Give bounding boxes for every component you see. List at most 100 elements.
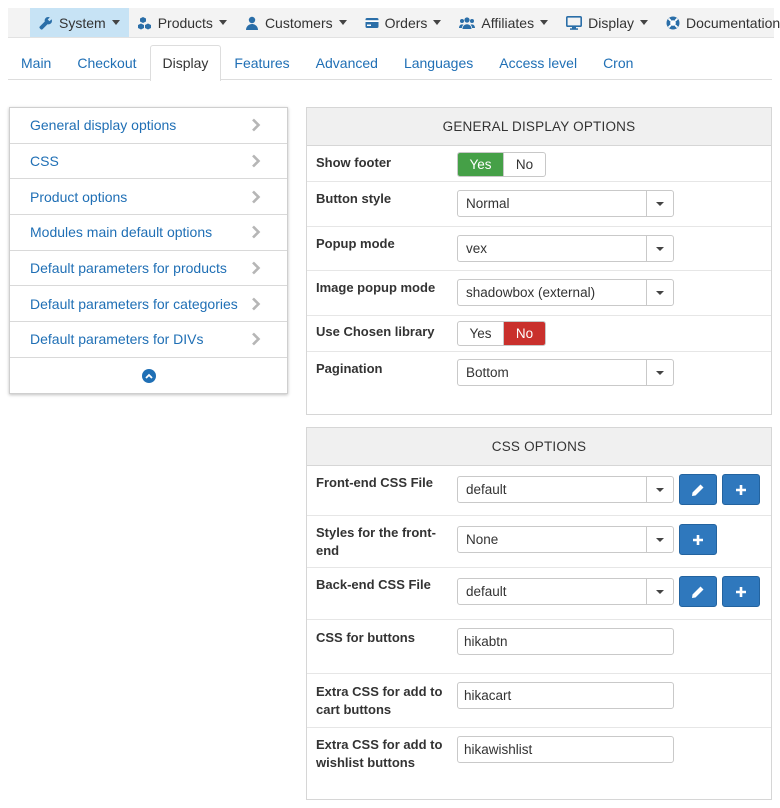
nav-item-modules-defaults[interactable]: Modules main default options: [10, 215, 287, 251]
menu-documentation[interactable]: Documentation: [657, 8, 780, 37]
nav-item-product-options[interactable]: Product options: [10, 179, 287, 216]
extra-wishlist-css-input[interactable]: [457, 736, 674, 763]
add-frontend-style-button[interactable]: [679, 524, 717, 555]
row-backend-css-file: Back-end CSS File default: [307, 568, 771, 620]
chevron-right-icon: [252, 154, 261, 168]
extra-cart-css-input[interactable]: [457, 682, 674, 709]
nav-item-css[interactable]: CSS: [10, 144, 287, 180]
tab-main[interactable]: Main: [8, 45, 64, 80]
menu-system-label: System: [59, 14, 106, 31]
desktop-icon: [566, 15, 583, 30]
chevron-right-icon: [252, 333, 261, 346]
section-nav: General display options CSS Product opti…: [9, 107, 288, 394]
image-popup-mode-value: shadowbox (external): [466, 285, 596, 300]
menu-display[interactable]: Display: [557, 8, 657, 37]
add-backend-css-button[interactable]: [722, 576, 760, 607]
pagination-select[interactable]: Bottom: [457, 359, 674, 386]
popup-mode-label: Popup mode: [316, 236, 395, 251]
config-tabs: Main Checkout Display Features Advanced …: [8, 45, 772, 81]
menu-customers[interactable]: Customers: [236, 8, 356, 37]
nav-item-label: CSS: [30, 153, 59, 170]
nav-item-products-defaults[interactable]: Default parameters for products: [10, 251, 287, 287]
menu-customers-label: Customers: [264, 14, 333, 31]
menu-affiliates[interactable]: Affiliates: [450, 8, 557, 37]
use-chosen-toggle: Yes No: [457, 321, 546, 346]
use-chosen-no[interactable]: No: [503, 322, 545, 345]
popup-mode-select[interactable]: vex: [457, 235, 674, 262]
chevron-right-icon: [252, 225, 261, 239]
nav-item-general-display[interactable]: General display options: [10, 108, 287, 144]
popup-mode-value: vex: [466, 241, 488, 256]
panel-title: CSS OPTIONS: [307, 428, 771, 466]
row-frontend-css-file: Front-end CSS File default: [307, 466, 771, 516]
caret-down-icon: [640, 20, 648, 25]
tab-features[interactable]: Features: [221, 45, 302, 80]
backend-css-file-label: Back-end CSS File: [316, 577, 431, 592]
support-icon: [666, 16, 680, 30]
plus-icon: [736, 484, 746, 495]
add-frontend-css-button[interactable]: [722, 474, 760, 505]
row-pagination: Pagination Bottom: [307, 352, 771, 412]
row-use-chosen: Use Chosen library Yes No: [307, 316, 771, 352]
nav-item-label: Default parameters for categories: [30, 295, 238, 312]
row-show-footer: Show footer Yes No: [307, 146, 771, 182]
menu-products-label: Products: [157, 14, 213, 31]
panel-title: GENERAL DISPLAY OPTIONS: [307, 108, 771, 146]
chevron-up-circle-icon[interactable]: [141, 368, 156, 383]
css-buttons-input[interactable]: [457, 628, 674, 655]
backend-css-file-select[interactable]: default: [457, 578, 674, 605]
plus-icon: [693, 534, 703, 545]
menu-orders[interactable]: Orders: [356, 8, 451, 37]
caret-down-icon: [218, 20, 227, 25]
chevron-right-icon: [252, 261, 261, 275]
styles-frontend-value: None: [466, 532, 499, 547]
extra-cart-css-label: Extra CSS for add to cart buttons: [316, 684, 443, 717]
frontend-css-file-select[interactable]: default: [457, 476, 674, 503]
menu-affiliates-label: Affiliates: [481, 14, 535, 31]
tab-access-level[interactable]: Access level: [486, 45, 590, 80]
users-icon: [459, 16, 476, 30]
chevron-right-icon: [252, 118, 261, 132]
css-options-panel: CSS OPTIONS Front-end CSS File default S…: [306, 427, 772, 800]
top-menu: System Products Customers Orders Affilia…: [8, 8, 780, 38]
row-button-style: Button style Normal: [307, 182, 771, 227]
caret-down-icon: [540, 20, 549, 25]
row-extra-wishlist-css: Extra CSS for add to wishlist buttons: [307, 728, 771, 800]
frontend-css-file-label: Front-end CSS File: [316, 475, 433, 490]
tab-languages[interactable]: Languages: [391, 45, 486, 80]
tab-checkout[interactable]: Checkout: [64, 45, 149, 80]
dropdown-arrow-icon: [646, 579, 673, 604]
image-popup-mode-select[interactable]: shadowbox (external): [457, 279, 674, 306]
nav-item-categories-defaults[interactable]: Default parameters for categories: [10, 286, 287, 323]
button-style-value: Normal: [466, 196, 510, 211]
nav-item-label: Default parameters for DIVs: [30, 331, 204, 348]
nav-item-divs-defaults[interactable]: Default parameters for DIVs: [10, 322, 287, 358]
dropdown-arrow-icon: [646, 191, 673, 216]
menu-display-label: Display: [588, 14, 634, 31]
row-extra-cart-css: Extra CSS for add to cart buttons: [307, 674, 771, 728]
button-style-select[interactable]: Normal: [457, 190, 674, 217]
css-buttons-label: CSS for buttons: [316, 630, 415, 645]
edit-frontend-css-button[interactable]: [679, 474, 717, 505]
menu-system[interactable]: System: [30, 8, 129, 37]
tab-cron[interactable]: Cron: [590, 45, 646, 80]
row-popup-mode: Popup mode vex: [307, 227, 771, 271]
edit-backend-css-button[interactable]: [679, 576, 717, 607]
nav-item-label: Default parameters for products: [30, 260, 227, 277]
wrench-icon: [39, 16, 53, 30]
tab-display[interactable]: Display: [149, 45, 222, 81]
nav-item-label: Product options: [30, 188, 128, 205]
row-image-popup-mode: Image popup mode shadowbox (external): [307, 271, 771, 316]
show-footer-no[interactable]: No: [503, 153, 545, 176]
dropdown-arrow-icon: [646, 360, 673, 385]
tab-advanced[interactable]: Advanced: [303, 45, 391, 80]
show-footer-yes[interactable]: Yes: [458, 153, 503, 176]
pagination-value: Bottom: [466, 365, 509, 380]
pencil-icon: [692, 484, 704, 496]
show-footer-label: Show footer: [316, 155, 392, 170]
styles-frontend-select[interactable]: None: [457, 526, 674, 553]
dropdown-arrow-icon: [646, 527, 673, 552]
use-chosen-yes[interactable]: Yes: [458, 322, 503, 345]
backend-css-file-value: default: [466, 584, 507, 599]
menu-products[interactable]: Products: [129, 8, 236, 37]
